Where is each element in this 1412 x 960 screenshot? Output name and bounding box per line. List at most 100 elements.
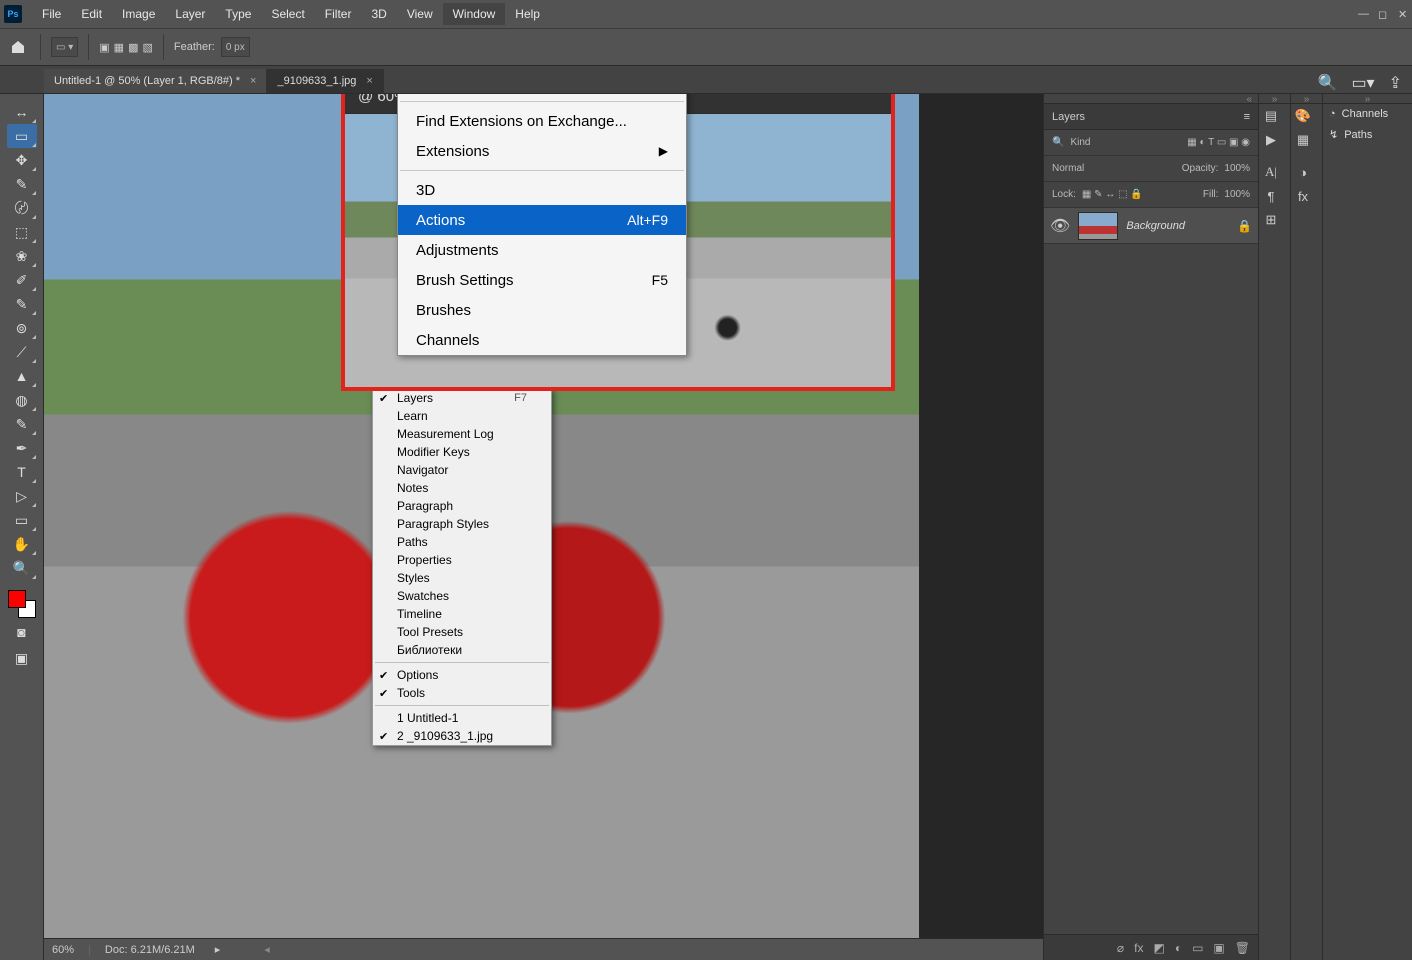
menu-3d[interactable]: 3D [361, 3, 396, 25]
menu-item-actions[interactable]: ActionsAlt+F9 [398, 205, 686, 235]
lock-icon[interactable]: 🔒 [1237, 219, 1252, 233]
menu-layer[interactable]: Layer [165, 3, 215, 25]
menu-item-timeline[interactable]: Timeline [373, 605, 551, 623]
tool-6[interactable]: ❀ [7, 244, 37, 268]
menu-item-navigator[interactable]: Navigator [373, 461, 551, 479]
tool-9[interactable]: ⊚ [7, 316, 37, 340]
menu-view[interactable]: View [397, 3, 443, 25]
menu-type[interactable]: Type [215, 3, 261, 25]
menu-item-properties[interactable]: Properties [373, 551, 551, 569]
styles-icon[interactable]: fx [1291, 184, 1315, 208]
menu-item-adjustments[interactable]: Adjustments [398, 235, 686, 265]
menu-image[interactable]: Image [112, 3, 165, 25]
new-layer-icon[interactable]: ▣ [1213, 941, 1224, 955]
mask-icon[interactable]: ◩ [1153, 941, 1164, 955]
menu-item-2-9109633-1-jpg[interactable]: ✔2 _9109633_1.jpg [373, 727, 551, 745]
menu-filter[interactable]: Filter [315, 3, 362, 25]
menu-item-workspace[interactable]: Workspace▶ [398, 94, 686, 97]
menu-item-extensions[interactable]: Extensions▶ [398, 136, 686, 166]
zoom-value[interactable]: 60% [52, 944, 74, 956]
history-icon[interactable]: ▤ [1259, 104, 1283, 128]
layer-row[interactable]: 👁 Background 🔒 [1044, 208, 1258, 244]
color-panel-icon[interactable]: 🎨 [1291, 104, 1315, 128]
menu-item-brush-settings[interactable]: Brush SettingsF5 [398, 265, 686, 295]
fx-icon[interactable]: fx [1134, 941, 1143, 955]
tool-7[interactable]: ✐ [7, 268, 37, 292]
menu-help[interactable]: Help [505, 3, 550, 25]
menu-item-3d[interactable]: 3D [398, 175, 686, 205]
layer-name[interactable]: Background [1126, 220, 1185, 232]
tool-1[interactable]: ▭ [7, 124, 37, 148]
menu-item-tools[interactable]: ✔Tools [373, 684, 551, 702]
group-icon[interactable]: ▭ [1192, 941, 1203, 955]
feather-value[interactable]: 0 px [221, 37, 250, 57]
menu-item-paragraph[interactable]: Paragraph [373, 497, 551, 515]
quickmask-icon[interactable]: ◙ [7, 620, 37, 644]
share-icon[interactable]: ⇪ [1389, 73, 1402, 93]
tool-12[interactable]: ◍ [7, 388, 37, 412]
search-icon[interactable]: 🔍 [1318, 73, 1338, 93]
tool-15[interactable]: T [7, 460, 37, 484]
blend-mode-select[interactable]: Normal [1052, 163, 1176, 174]
menu-item-learn[interactable]: Learn [373, 407, 551, 425]
menu-item-brushes[interactable]: Brushes [398, 295, 686, 325]
selection-combine-icons[interactable]: ▣▦▩▧ [99, 41, 153, 54]
tool-19[interactable]: 🔍 [7, 556, 37, 580]
fill-value[interactable]: 100% [1224, 189, 1250, 200]
tool-16[interactable]: ▷ [7, 484, 37, 508]
window-menu-continued[interactable]: ✔LayersF7LearnMeasurement LogModifier Ke… [372, 388, 552, 746]
home-icon[interactable] [6, 35, 30, 59]
menu-select[interactable]: Select [261, 3, 314, 25]
document-tab[interactable]: Untitled-1 @ 50% (Layer 1, RGB/8#) *× [44, 69, 267, 93]
menu-item-styles[interactable]: Styles [373, 569, 551, 587]
layer-filter-kind[interactable]: Kind [1070, 137, 1090, 148]
menu-item-measurement-log[interactable]: Measurement Log [373, 425, 551, 443]
tool-8[interactable]: ✎ [7, 292, 37, 316]
selection-mode-icon[interactable]: ▭ ▾ [51, 37, 78, 57]
window-menu-dropdown[interactable]: Arrange▶Workspace▶Find Extensions on Exc… [397, 94, 687, 356]
menu-item-tool-presets[interactable]: Tool Presets [373, 623, 551, 641]
trash-icon[interactable]: 🗑 [1235, 941, 1250, 955]
screenmode-icon[interactable]: ▣ [7, 646, 37, 670]
close-icon[interactable]: × [366, 75, 372, 87]
window-close[interactable]: ✕ [1388, 6, 1408, 23]
menu-edit[interactable]: Edit [71, 3, 112, 25]
window-minimize[interactable]: — [1348, 6, 1368, 22]
link-icon[interactable]: ⌀ [1117, 941, 1124, 955]
tool-18[interactable]: ✋ [7, 532, 37, 556]
menu-item-find-extensions-on-exchange-[interactable]: Find Extensions on Exchange... [398, 106, 686, 136]
swatches-icon[interactable]: ▦ [1291, 128, 1315, 152]
tool-14[interactable]: ✒ [7, 436, 37, 460]
tool-13[interactable]: ✎ [7, 412, 37, 436]
tool-17[interactable]: ▭ [7, 508, 37, 532]
type-panel-icon[interactable]: A| [1259, 160, 1283, 184]
layer-thumbnail[interactable] [1078, 212, 1118, 240]
menu-item-paragraph-styles[interactable]: Paragraph Styles [373, 515, 551, 533]
tool-3[interactable]: ✎ [7, 172, 37, 196]
document-tab[interactable]: _9109633_1.jpg× [267, 69, 383, 93]
menu-item-1-untitled-1[interactable]: 1 Untitled-1 [373, 709, 551, 727]
adjustment-icon[interactable]: ◐ [1175, 941, 1182, 955]
tool-5[interactable]: ⬚ [7, 220, 37, 244]
menu-item-layers[interactable]: ✔LayersF7 [373, 389, 551, 407]
menu-item-modifier-keys[interactable]: Modifier Keys [373, 443, 551, 461]
visibility-icon[interactable]: 👁 [1050, 216, 1070, 236]
tool-11[interactable]: ▲ [7, 364, 37, 388]
tool-10[interactable]: ⟋ [7, 340, 37, 364]
play-icon[interactable]: ▶ [1259, 128, 1283, 152]
adjustments-panel-icon[interactable]: ◑ [1291, 160, 1315, 184]
channels-panel-tab[interactable]: ◔Channels [1323, 104, 1412, 124]
menu-window[interactable]: Window [443, 3, 506, 25]
menu-file[interactable]: File [32, 3, 71, 25]
menu-item-channels[interactable]: Channels [398, 325, 686, 355]
paragraph-icon[interactable]: ¶ [1259, 184, 1283, 208]
menu-item-paths[interactable]: Paths [373, 533, 551, 551]
tool-2[interactable]: ✥ [7, 148, 37, 172]
window-restore[interactable]: ◻ [1368, 6, 1388, 23]
tool-0[interactable]: ↔ [7, 100, 37, 124]
opacity-value[interactable]: 100% [1224, 163, 1250, 174]
color-swatch[interactable] [8, 590, 36, 618]
canvas[interactable]: ✔LayersF7LearnMeasurement LogModifier Ke… [44, 94, 1043, 938]
paths-panel-tab[interactable]: ↯Paths [1323, 124, 1412, 145]
menu-item-swatches[interactable]: Swatches [373, 587, 551, 605]
